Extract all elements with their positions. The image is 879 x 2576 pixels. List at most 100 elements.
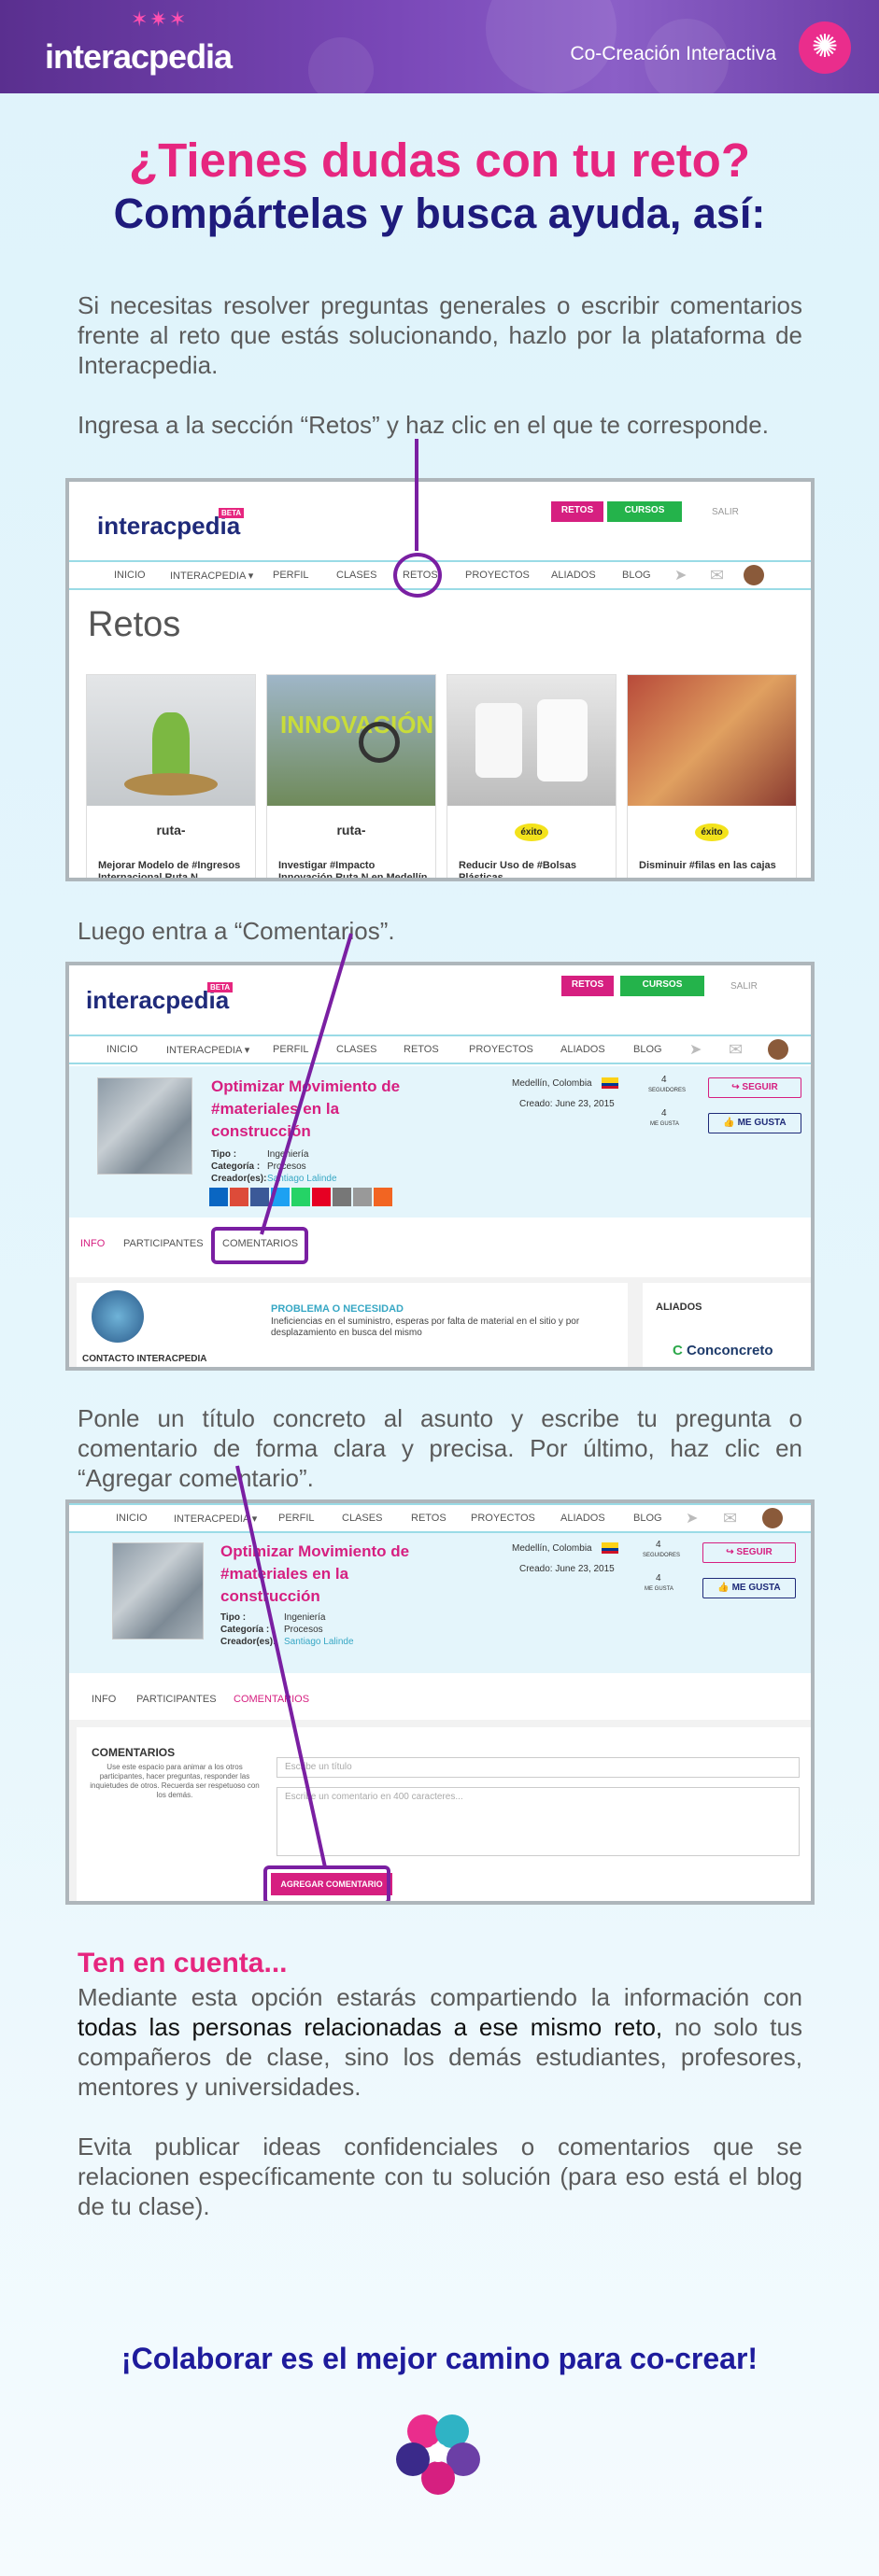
print-icon[interactable] <box>333 1188 351 1206</box>
tab-info[interactable]: INFO <box>92 1694 116 1705</box>
nav-perfil[interactable]: PERFIL <box>278 1513 315 1524</box>
comments-section: COMENTARIOS Use este espacio para animar… <box>69 1720 811 1901</box>
nav-proyectos[interactable]: PROYECTOS <box>471 1513 535 1524</box>
reto-card[interactable]: éxito Reducir Uso de #Bolsas Plásticas <box>447 674 617 878</box>
nav-retos[interactable]: RETOS <box>411 1513 447 1524</box>
retos-screenshot: interacpedia BETA RETOS CURSOS SALIR INI… <box>65 478 815 881</box>
nav-clases[interactable]: CLASES <box>336 1044 376 1055</box>
note-text: Mediante esta opción estarás compartiend… <box>78 1983 802 2011</box>
seguir-button[interactable]: ↪ SEGUIR <box>702 1542 796 1563</box>
problem-text: Ineficiencias en el suministro, esperas … <box>271 1316 580 1338</box>
salir-link[interactable]: SALIR <box>712 507 739 517</box>
nav-interacpedia[interactable]: INTERACPEDIA ▾ <box>166 1044 249 1056</box>
nav-clases[interactable]: CLASES <box>336 570 376 581</box>
megusta-button[interactable]: 👍 ME GUSTA <box>708 1113 801 1133</box>
closing-message: ¡Colaborar es el mejor camino para co-cr… <box>121 2342 758 2375</box>
twitter-icon[interactable] <box>271 1188 290 1206</box>
brand-logo[interactable]: interacpedia <box>45 37 233 77</box>
mail-icon[interactable]: ✉ <box>729 1040 743 1060</box>
intro-text: Si necesitas resolver preguntas generale… <box>78 291 802 379</box>
avatar[interactable] <box>762 1508 783 1528</box>
cursos-button[interactable]: CURSOS <box>607 501 682 522</box>
card-brand: éxito <box>447 823 616 841</box>
likes-label: ME GUSTA <box>650 1121 679 1127</box>
note-paragraph-2: Evita publicar ideas confidenciales o co… <box>78 2133 802 2220</box>
challenge-title[interactable]: Optimizar Movimiento de #materiales en l… <box>220 1541 445 1608</box>
meta-label: Tipo : <box>211 1149 237 1160</box>
meta-value: Procesos <box>284 1625 323 1635</box>
interacpedia-flower-icon <box>396 2414 480 2495</box>
top-banner: ✶✷✶ interacpedia Co-Creación Interactiva… <box>0 0 879 93</box>
nav-aliados[interactable]: ALIADOS <box>551 570 596 581</box>
retos-button[interactable]: RETOS <box>561 976 614 996</box>
creator-link[interactable]: Santiago Lalinde <box>267 1173 337 1185</box>
facebook-icon[interactable] <box>250 1188 269 1206</box>
created-date: Creado: June 23, 2015 <box>519 1564 615 1574</box>
comment-body-textarea[interactable]: Escribe un comentario en 400 caracteres.… <box>276 1787 800 1856</box>
challenge-image <box>112 1542 204 1640</box>
logo-stars-icon: ✶✷✶ <box>131 7 189 31</box>
send-icon[interactable]: ➤ <box>674 566 687 584</box>
exito-logo: éxito <box>695 823 729 841</box>
agregar-highlight <box>263 1865 390 1901</box>
whatsapp-icon[interactable] <box>291 1188 310 1206</box>
creator-link[interactable]: Santiago Lalinde <box>284 1636 354 1648</box>
meta-value: Ingeniería <box>284 1612 326 1623</box>
megusta-button[interactable]: 👍 ME GUSTA <box>702 1578 796 1598</box>
nav-perfil[interactable]: PERFIL <box>273 1044 309 1055</box>
beta-badge: BETA <box>219 508 245 518</box>
cursos-button[interactable]: CURSOS <box>620 976 704 996</box>
contact-label: CONTACTO INTERACPEDIA <box>82 1354 207 1364</box>
meta-value: Ingeniería <box>267 1149 309 1160</box>
linkedin-icon[interactable] <box>209 1188 228 1206</box>
tab-participantes[interactable]: PARTICIPANTES <box>136 1694 217 1705</box>
seguir-button[interactable]: ↪ SEGUIR <box>708 1077 801 1098</box>
send-icon[interactable]: ➤ <box>689 1040 702 1059</box>
avatar[interactable] <box>768 1039 788 1060</box>
reto-card[interactable]: éxito Disminuir #filas en las cajas <box>627 674 797 878</box>
contact-avatar <box>92 1290 144 1343</box>
retos-button[interactable]: RETOS <box>551 501 603 522</box>
nav-inicio[interactable]: INICIO <box>116 1513 148 1524</box>
followers-label: SEGUIDORES <box>648 1088 687 1093</box>
nav-interacpedia[interactable]: INTERACPEDIA ▾ <box>174 1513 257 1525</box>
conconcreto-icon: C <box>673 1343 683 1358</box>
reto-card[interactable]: ruta- Mejorar Modelo de #Ingresos Intern… <box>86 674 256 878</box>
nav-inicio[interactable]: INICIO <box>114 570 146 581</box>
nav-proyectos[interactable]: PROYECTOS <box>465 570 530 581</box>
comment-title-input[interactable]: Escribe un título <box>276 1757 800 1778</box>
reto-card[interactable]: INNOVACIÓN ruta- Investigar #Impacto Inn… <box>266 674 436 878</box>
nav-blog[interactable]: BLOG <box>633 1513 662 1524</box>
tab-comentarios[interactable]: COMENTARIOS <box>234 1694 309 1705</box>
cocreation-star-icon: ✺ <box>799 21 851 74</box>
googleplus-icon[interactable] <box>230 1188 248 1206</box>
seguir-label: SEGUIR <box>736 1547 773 1557</box>
send-icon[interactable]: ➤ <box>686 1509 698 1527</box>
location: Medellín, Colombia <box>512 1078 592 1089</box>
salir-link[interactable]: SALIR <box>730 981 758 992</box>
ally-logo[interactable]: C Conconcreto <box>673 1343 773 1358</box>
nav-aliados[interactable]: ALIADOS <box>560 1044 605 1055</box>
card-brand: ruta- <box>336 823 366 838</box>
mail-icon[interactable]: ✉ <box>710 566 724 585</box>
avatar[interactable] <box>744 565 764 585</box>
nav-blog[interactable]: BLOG <box>622 570 651 581</box>
mail-icon[interactable]: ✉ <box>723 1509 737 1528</box>
nav-interacpedia[interactable]: INTERACPEDIA ▾ <box>170 570 253 582</box>
card-brand: ruta- <box>156 823 186 838</box>
nav-aliados[interactable]: ALIADOS <box>560 1513 605 1524</box>
challenge-title[interactable]: Optimizar Movimiento de #materiales en l… <box>211 1076 435 1143</box>
email-share-icon[interactable] <box>353 1188 372 1206</box>
tab-participantes[interactable]: PARTICIPANTES <box>123 1238 204 1249</box>
nav-blog[interactable]: BLOG <box>633 1044 662 1055</box>
nav-clases[interactable]: CLASES <box>342 1513 382 1524</box>
tab-info[interactable]: INFO <box>80 1238 105 1249</box>
nav-retos[interactable]: RETOS <box>404 1044 439 1055</box>
nav-inicio[interactable]: INICIO <box>106 1044 138 1055</box>
nav-proyectos[interactable]: PROYECTOS <box>469 1044 533 1055</box>
more-share-icon[interactable] <box>374 1188 392 1206</box>
colombia-flag-icon <box>602 1077 618 1089</box>
nav-perfil[interactable]: PERFIL <box>273 570 309 581</box>
decor-bubble <box>308 37 374 93</box>
pinterest-icon[interactable] <box>312 1188 331 1206</box>
